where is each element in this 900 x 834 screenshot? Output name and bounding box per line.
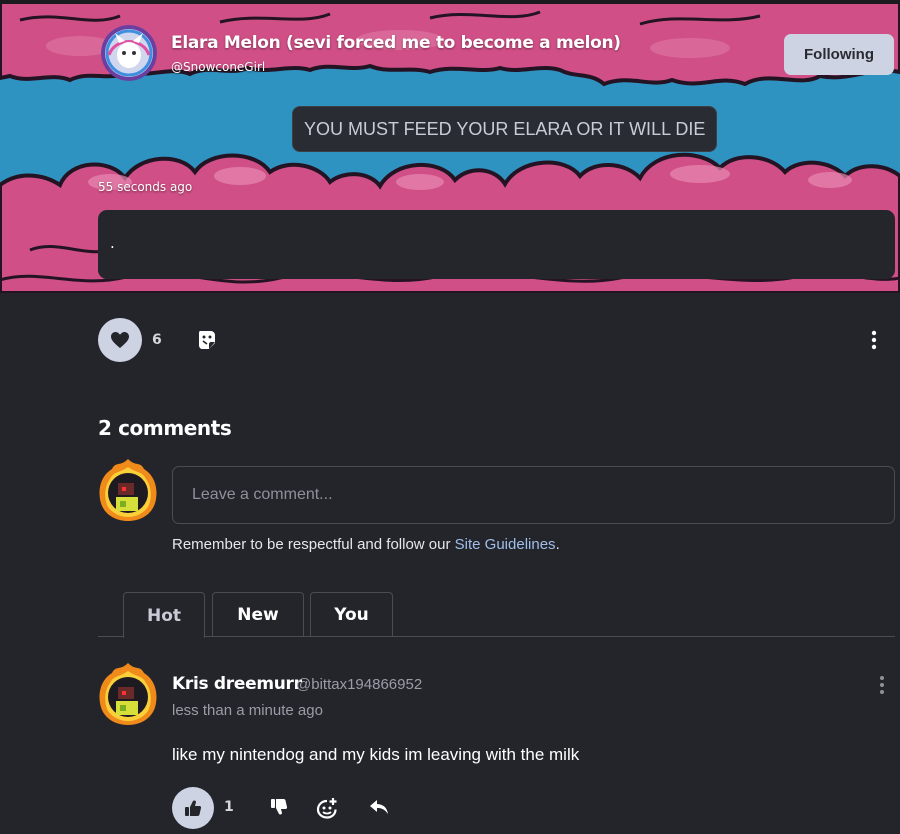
comment-dislike-button[interactable]	[270, 798, 288, 816]
comment-text: like my nintendog and my kids im leaving…	[172, 745, 580, 764]
guidelines-suffix: .	[555, 536, 560, 553]
sticker-icon	[199, 331, 215, 349]
following-button[interactable]: Following	[784, 34, 894, 75]
post-banner: Elara Melon (sevi forced me to become a …	[0, 0, 900, 293]
comment-timestamp: less than a minute ago	[172, 702, 323, 719]
tab-new[interactable]: New	[212, 592, 304, 637]
comment-more-button[interactable]	[876, 675, 888, 695]
add-sticker-icon	[316, 798, 337, 819]
comments-heading: 2 comments	[98, 416, 232, 440]
guidelines-text: Remember to be respectful and follow our	[172, 536, 455, 553]
current-user-avatar[interactable]	[96, 457, 160, 523]
comment-sticker-button[interactable]	[316, 797, 338, 819]
post-body: .	[98, 210, 895, 279]
more-vertical-icon	[880, 676, 884, 694]
post-title: YOU MUST FEED YOUR ELARA OR IT WILL DIE	[292, 106, 718, 152]
author-avatar[interactable]	[101, 25, 157, 81]
site-guidelines-link[interactable]: Site Guidelines	[455, 536, 556, 553]
tab-hot[interactable]: Hot	[123, 592, 205, 638]
thumbs-up-icon	[185, 800, 202, 816]
author-name[interactable]: Elara Melon (sevi forced me to become a …	[171, 33, 621, 53]
commenter-avatar[interactable]	[96, 660, 160, 728]
sticker-button[interactable]	[196, 329, 218, 351]
thumbs-down-icon	[271, 799, 288, 815]
current-user-avatar-image	[99, 459, 157, 521]
like-button[interactable]	[98, 318, 142, 362]
comment-like-count: 1	[224, 799, 234, 815]
like-count: 6	[152, 332, 162, 348]
tabs-divider	[98, 636, 895, 637]
top-edge	[0, 0, 900, 4]
post-timestamp: 55 seconds ago	[98, 180, 193, 194]
tab-you[interactable]: You	[310, 592, 393, 637]
author-avatar-image	[101, 25, 157, 81]
commenter-name[interactable]: Kris dreemurr	[172, 674, 302, 694]
post-more-button[interactable]	[866, 329, 882, 351]
more-vertical-icon	[871, 330, 877, 350]
comment-input[interactable]	[172, 466, 895, 524]
commenter-avatar-image	[99, 663, 157, 725]
guidelines-notice: Remember to be respectful and follow our…	[172, 536, 560, 553]
commenter-handle[interactable]: @bittax194866952	[296, 676, 422, 693]
heart-icon	[111, 332, 129, 348]
author-handle[interactable]: @SnowconeGirl	[171, 60, 265, 74]
reply-icon	[370, 800, 388, 814]
comment-like-button[interactable]	[172, 787, 214, 829]
comment-reply-button[interactable]	[368, 797, 390, 817]
